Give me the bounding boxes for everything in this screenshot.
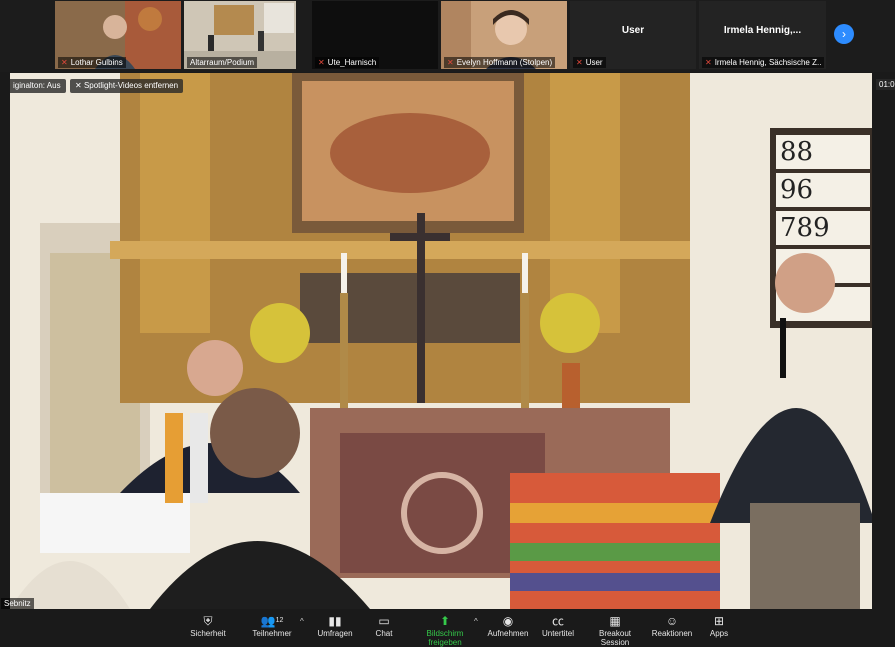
participants-icon: 👥12 bbox=[260, 614, 284, 628]
participants-button[interactable]: 👥12 Teilnehmer bbox=[248, 613, 296, 638]
participant-display-name: Irmela Hennig,... bbox=[723, 25, 802, 36]
participant-name: ✕ User bbox=[573, 57, 606, 68]
participant-name: ✕ Irmela Hennig, Sächsische Z.. bbox=[702, 57, 825, 68]
participant-tile[interactable]: Altarraum/Podium bbox=[184, 1, 296, 69]
apps-button[interactable]: ⊞ Apps bbox=[704, 613, 734, 638]
chat-icon: ▭ bbox=[378, 614, 390, 628]
participant-tile[interactable]: User ✕ User bbox=[570, 1, 696, 69]
hymn-number: 96 bbox=[780, 175, 814, 205]
next-page-button[interactable]: › bbox=[834, 24, 854, 44]
meeting-timer: 01:0 bbox=[876, 79, 895, 90]
chat-button[interactable]: ▭ Chat bbox=[370, 613, 398, 638]
participant-name: ✕ Evelyn Hoffmann (Stolpen) bbox=[444, 57, 556, 68]
reactions-icon: ☺ bbox=[665, 614, 679, 628]
polls-icon: ▮▮ bbox=[328, 614, 342, 628]
chevron-right-icon: › bbox=[842, 27, 846, 41]
mic-muted-icon: ✕ bbox=[576, 58, 583, 67]
record-button[interactable]: ◉ Aufnehmen bbox=[486, 613, 530, 638]
church-scene bbox=[10, 73, 872, 609]
participant-name: ✕ Ute_Harnisch bbox=[315, 57, 380, 68]
mic-muted-icon: ✕ bbox=[61, 58, 68, 67]
participants-options-caret[interactable]: ^ bbox=[300, 617, 304, 626]
participant-name: ✕ Lothar Gulbins bbox=[58, 57, 126, 68]
main-video: 88 96 789 iginalton: Aus ✕ Spotlight-Vid… bbox=[10, 73, 872, 609]
participant-tile[interactable]: ✕ Evelyn Hoffmann (Stolpen) bbox=[441, 1, 567, 69]
mic-muted-icon: ✕ bbox=[318, 58, 325, 67]
participant-tile[interactable]: ✕ Lothar Gulbins bbox=[55, 1, 181, 69]
active-speaker-name: Sebnitz bbox=[1, 598, 34, 609]
apps-icon: ⊞ bbox=[713, 614, 725, 628]
gallery-strip: ✕ Lothar Gulbins Altarraum/Podium ✕ Ute_Ha… bbox=[0, 0, 895, 72]
hymn-number: 789 bbox=[780, 213, 830, 243]
mic-muted-icon: ✕ bbox=[705, 58, 712, 67]
mic-muted-icon: ✕ bbox=[447, 58, 454, 67]
right-gutter bbox=[872, 73, 895, 609]
captions-button[interactable]: ㏄ Untertitel bbox=[538, 613, 578, 638]
participant-tile[interactable]: ✕ Ute_Harnisch bbox=[312, 1, 438, 69]
participant-name: Altarraum/Podium bbox=[187, 57, 258, 68]
shield-icon: ⛨ bbox=[203, 614, 213, 628]
hymn-number: 88 bbox=[780, 137, 814, 167]
breakout-icon: ▦ bbox=[609, 614, 621, 628]
share-screen-icon: ⬆ bbox=[439, 614, 451, 628]
polls-button[interactable]: ▮▮ Umfragen bbox=[314, 613, 356, 638]
close-icon: ✕ bbox=[75, 81, 84, 90]
remove-spotlight-button[interactable]: ✕ Spotlight-Videos entfernen bbox=[70, 79, 184, 93]
participant-display-name: User bbox=[621, 25, 645, 36]
original-audio-toggle[interactable]: iginalton: Aus bbox=[10, 79, 66, 93]
participant-tile[interactable]: Irmela Hennig,... ✕ Irmela Hennig, Sächsi… bbox=[699, 1, 826, 69]
reactions-button[interactable]: ☺ Reaktionen bbox=[650, 613, 694, 638]
security-button[interactable]: ⛨ Sicherheit bbox=[186, 613, 230, 638]
cc-icon: ㏄ bbox=[551, 614, 564, 628]
meeting-toolbar: ⛨ Sicherheit 👥12 Teilnehmer ^ ▮▮ Umfragen ▭… bbox=[0, 611, 895, 647]
share-options-caret[interactable]: ^ bbox=[474, 617, 478, 626]
record-icon: ◉ bbox=[502, 614, 514, 628]
